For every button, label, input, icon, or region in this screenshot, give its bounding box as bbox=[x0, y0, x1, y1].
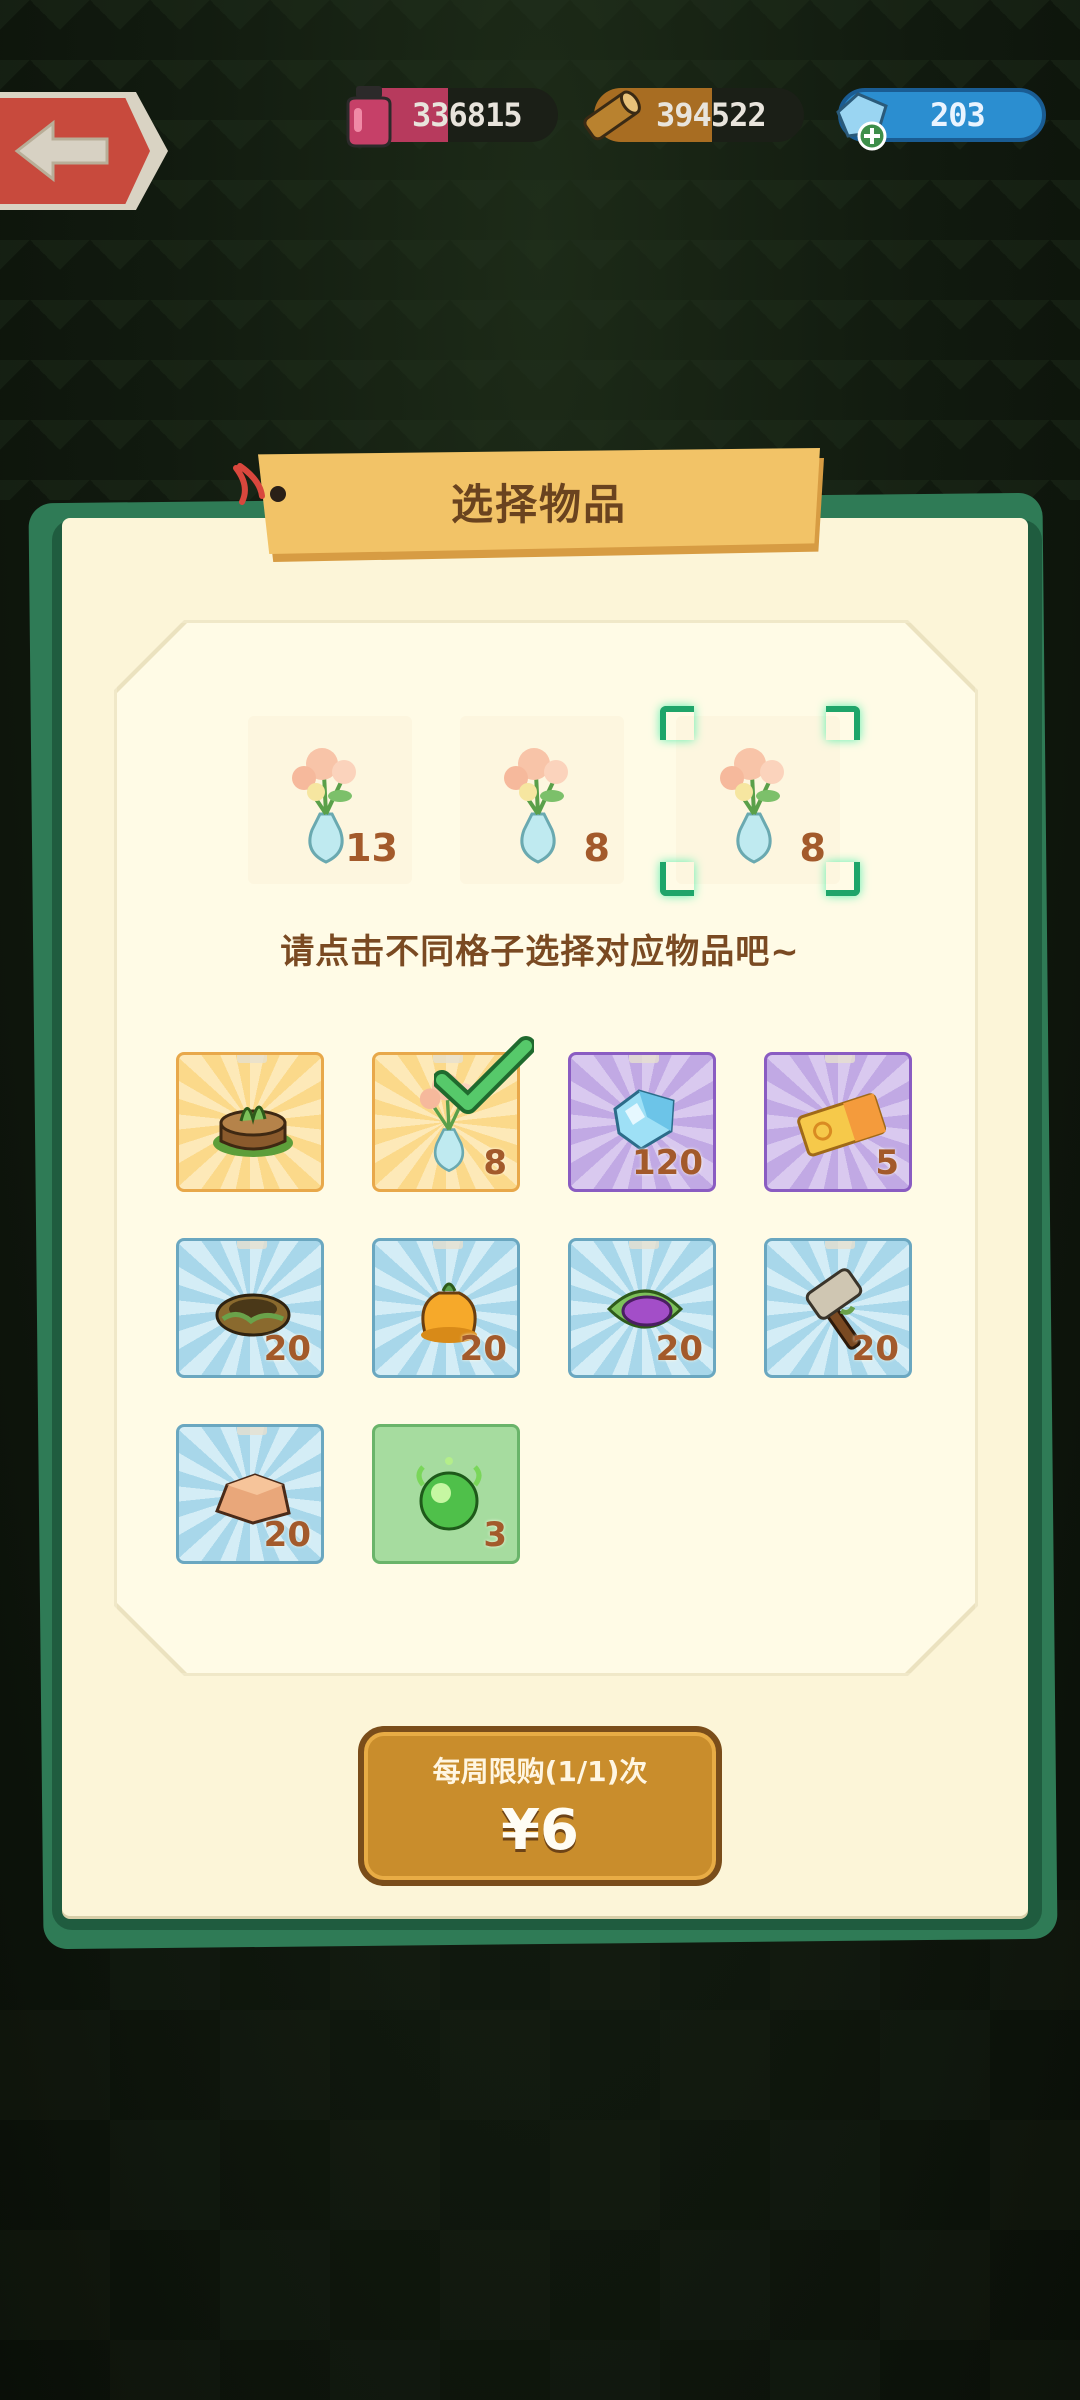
item-diamond-count: 120 bbox=[632, 1143, 703, 1183]
active-slot-selector bbox=[660, 706, 860, 896]
resource-wood: 394522 bbox=[583, 88, 804, 142]
item-purple-leaf-bowl[interactable]: 20 bbox=[568, 1238, 716, 1378]
resource-gem-value: 203 bbox=[930, 96, 986, 134]
item-grass-stump[interactable] bbox=[176, 1052, 324, 1192]
buy-button[interactable]: 每周限购(1/1)次 ¥6 bbox=[358, 1726, 722, 1886]
item-clip bbox=[237, 1055, 267, 1063]
selection-hint: 请点击不同格子选择对应物品吧~ bbox=[280, 932, 800, 972]
item-ticket-count: 5 bbox=[875, 1143, 899, 1183]
item-ticket[interactable]: 5 bbox=[764, 1052, 912, 1192]
item-flower-vase-count: 8 bbox=[483, 1143, 507, 1183]
selected-slot-2-count: 8 bbox=[583, 826, 610, 870]
item-clip bbox=[629, 1055, 659, 1063]
weekly-limit-label: 每周限购(1/1)次 bbox=[432, 1755, 648, 1788]
resource-potion-value: 336815 bbox=[412, 96, 523, 134]
item-rock-count: 20 bbox=[263, 1515, 311, 1555]
item-clip bbox=[825, 1055, 855, 1063]
item-clip bbox=[237, 1427, 267, 1435]
item-orange-sack[interactable]: 20 bbox=[372, 1238, 520, 1378]
wood-log-icon bbox=[583, 90, 641, 141]
selected-slot-1-count: 13 bbox=[345, 826, 398, 870]
item-orange-sack-count: 20 bbox=[459, 1329, 507, 1369]
gem-plus-icon bbox=[836, 92, 888, 151]
back-button-face bbox=[0, 98, 150, 204]
checkmark-icon bbox=[434, 1036, 534, 1114]
arrow-left-icon bbox=[14, 119, 109, 183]
item-clip bbox=[237, 1241, 267, 1249]
selector-corner bbox=[826, 706, 860, 740]
price-label: ¥6 bbox=[501, 1798, 579, 1863]
title-tag: 选择物品 bbox=[258, 448, 820, 554]
selected-slot-1[interactable]: 13 bbox=[248, 716, 412, 884]
selector-corner bbox=[826, 862, 860, 896]
item-clip bbox=[629, 1241, 659, 1249]
potion-jar-icon bbox=[346, 86, 392, 148]
background-pattern-top bbox=[0, 0, 1080, 500]
back-button[interactable] bbox=[0, 92, 168, 210]
selected-slot-2[interactable]: 8 bbox=[460, 716, 624, 884]
background-pattern-bottom bbox=[0, 1900, 1080, 2400]
item-clip bbox=[825, 1241, 855, 1249]
resource-wood-value: 394522 bbox=[656, 96, 767, 134]
item-hammer-count: 20 bbox=[851, 1329, 899, 1369]
item-rock[interactable]: 20 bbox=[176, 1424, 324, 1564]
item-nest[interactable]: 20 bbox=[176, 1238, 324, 1378]
item-hammer[interactable]: 20 bbox=[764, 1238, 912, 1378]
resource-potion: 336815 bbox=[346, 86, 558, 148]
item-green-orb-count: 3 bbox=[483, 1515, 507, 1555]
flower-vase-icon bbox=[504, 748, 568, 864]
item-purple-leaf-bowl-count: 20 bbox=[655, 1329, 703, 1369]
dialog-title: 选择物品 bbox=[450, 479, 627, 529]
item-green-orb[interactable]: 3 bbox=[372, 1424, 520, 1564]
selector-corner bbox=[660, 862, 694, 896]
tag-string-icon bbox=[233, 463, 286, 505]
item-nest-count: 20 bbox=[263, 1329, 311, 1369]
selector-corner bbox=[660, 706, 694, 740]
item-clip bbox=[433, 1241, 463, 1249]
item-diamond[interactable]: 120 bbox=[568, 1052, 716, 1192]
grass-stump-icon bbox=[213, 1105, 293, 1157]
resource-gem[interactable]: 203 bbox=[836, 88, 1046, 151]
